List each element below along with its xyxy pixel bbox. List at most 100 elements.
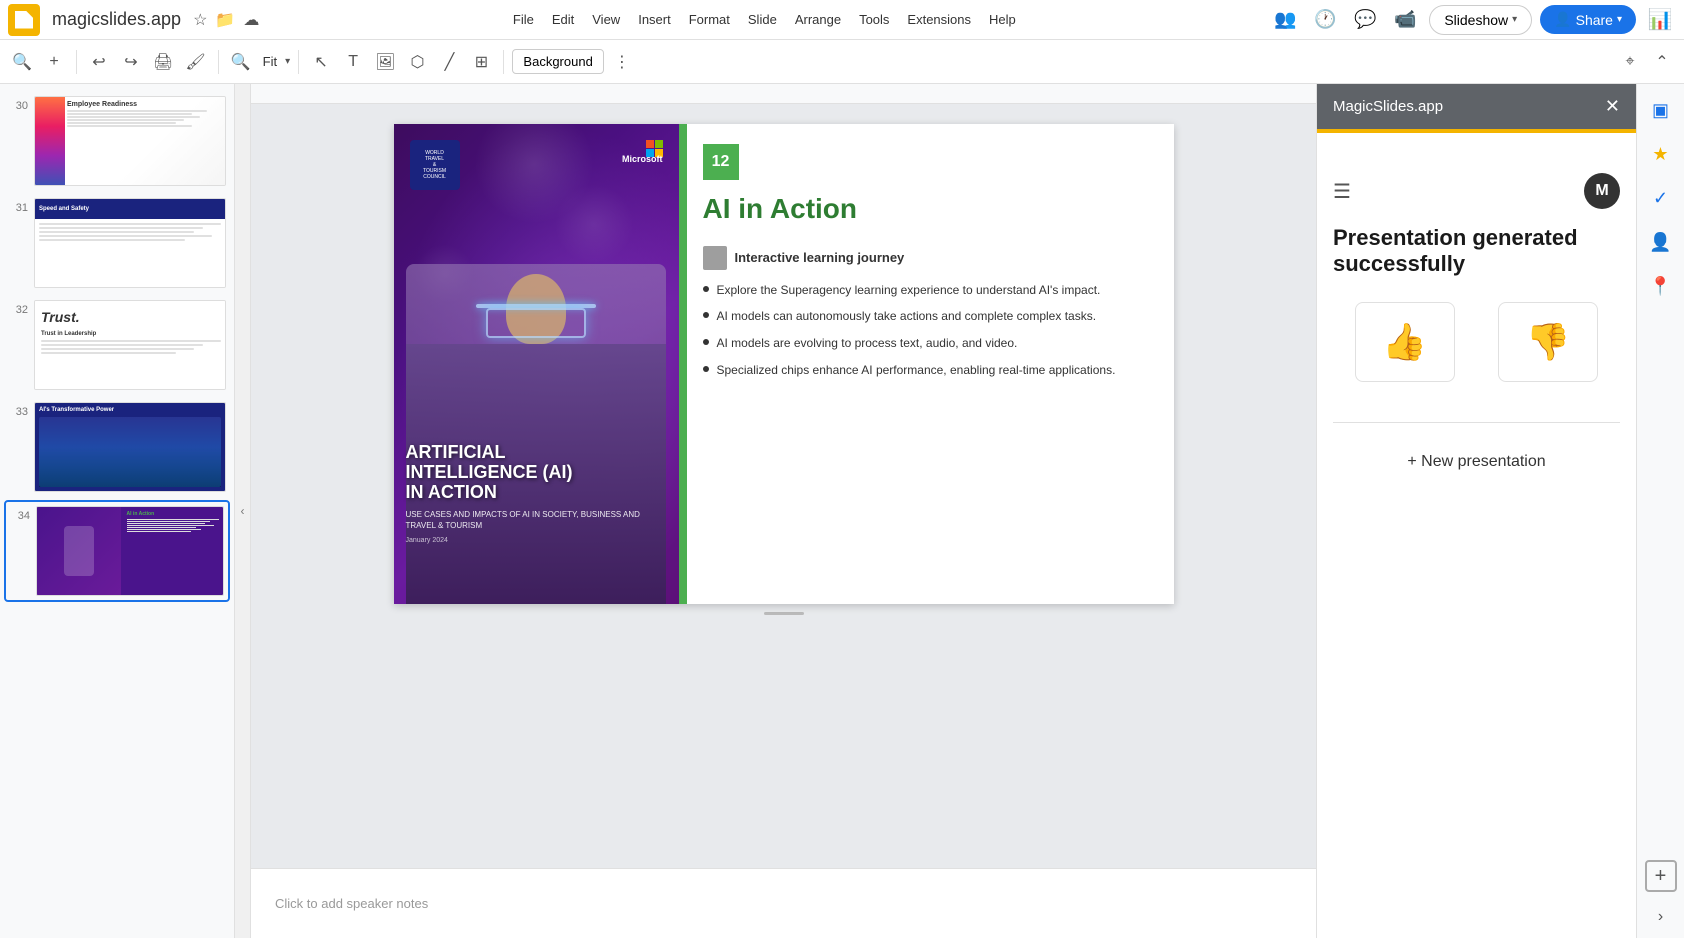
slide-item-31[interactable]: 31 Speed and Safety [4, 194, 230, 292]
shape-btn[interactable]: ⬡ [403, 47, 431, 77]
collaborators-icon[interactable]: 👥 [1269, 4, 1301, 36]
line-btn[interactable]: ╱ [435, 47, 463, 77]
undo-btn[interactable]: ↩ [85, 47, 113, 77]
redo-btn[interactable]: ↪ [117, 47, 145, 77]
add-btn[interactable]: ⊞ [467, 47, 495, 77]
slide-thumb-34: AI in Action [36, 506, 224, 596]
separator-2 [218, 50, 219, 74]
print-btn[interactable]: 🖨 [149, 47, 177, 77]
menu-right: 👥 🕐 💬 📹 Slideshow ▾ 👤 Share ▾ 📊 [1269, 4, 1676, 36]
magic-user-row: ☰ M [1333, 173, 1620, 209]
separator-4 [503, 50, 504, 74]
separator-3 [298, 50, 299, 74]
section-title: Interactive learning journey [735, 250, 905, 265]
magic-panel-header: MagicSlides.app ✕ [1317, 84, 1636, 129]
slide-number-33: 33 [8, 402, 28, 418]
toolbar: 🔍 + ↩ ↪ 🖨 🖌 🔍 Fit ▾ ↖ T 🖼 ⬡ ╱ ⊞ Backgrou… [0, 40, 1684, 84]
thumbs-down-btn[interactable]: 👎 [1498, 302, 1598, 382]
magic-panel-title: MagicSlides.app [1333, 98, 1443, 115]
bullet-item-1: Explore the Superagency learning experie… [703, 282, 1150, 299]
share-person-icon: 👤 [1554, 11, 1571, 28]
comments-icon[interactable]: 💬 [1349, 4, 1381, 36]
menu-insert[interactable]: Insert [630, 8, 679, 31]
text-btn[interactable]: T [339, 47, 367, 77]
slide-thumb-31: Speed and Safety [34, 198, 226, 288]
zoom-dropdown-icon[interactable]: ▾ [285, 56, 290, 67]
thumbs-up-btn[interactable]: 👍 [1355, 302, 1455, 382]
history-icon[interactable]: 🕐 [1309, 4, 1341, 36]
zoom-out-btn[interactable]: 🔍 [8, 47, 36, 77]
collapse-panel-btn[interactable]: ⌃ [1648, 47, 1676, 77]
star-icon[interactable]: ☆ [193, 10, 207, 30]
canvas-area: WORLDTRAVEL&TOURISMCOUNCIL Microsoft [251, 84, 1316, 938]
image-btn[interactable]: 🖼 [371, 47, 399, 77]
slide-canvas[interactable]: WORLDTRAVEL&TOURISMCOUNCIL Microsoft [394, 124, 1174, 604]
slideshow-arrow: ▾ [1512, 14, 1517, 25]
cloud-icon[interactable]: ☁ [243, 10, 259, 30]
bullet-item-2: AI models can autonomously take actions … [703, 308, 1150, 325]
slide-thumb-33: AI's Transformative Power [34, 402, 226, 492]
camera-icon[interactable]: 📹 [1389, 4, 1421, 36]
menu-view[interactable]: View [584, 8, 628, 31]
star-right-icon[interactable]: ★ [1643, 136, 1679, 172]
title-icons: ☆ 📁 ☁ [193, 10, 259, 30]
slideshow-button[interactable]: Slideshow ▾ [1429, 5, 1532, 35]
folder-icon[interactable]: 📁 [215, 10, 235, 30]
cursor-btn[interactable]: ↖ [307, 47, 335, 77]
new-presentation-button[interactable]: + New presentation [1387, 443, 1565, 481]
menu-arrange[interactable]: Arrange [787, 8, 849, 31]
overlay-date: January 2024 [406, 537, 667, 544]
zoom-in-btn[interactable]: + [40, 47, 68, 77]
menu-help[interactable]: Help [981, 8, 1024, 31]
stats-icon[interactable]: 📊 [1644, 4, 1676, 36]
magic-menu-icon[interactable]: ☰ [1333, 179, 1351, 204]
bullet-item-4: Specialized chips enhance AI performance… [703, 362, 1150, 379]
slides-panel: 30 Employee Readiness 3 [0, 84, 235, 938]
map-icon[interactable]: 📍 [1643, 268, 1679, 304]
canvas-scroll[interactable]: WORLDTRAVEL&TOURISMCOUNCIL Microsoft [251, 104, 1316, 868]
far-right-plus-btn[interactable]: + [1645, 860, 1677, 892]
bullet-dot-3 [703, 339, 709, 345]
speaker-notes[interactable]: Click to add speaker notes [251, 868, 1316, 938]
zoom-search-btn[interactable]: 🔍 [227, 47, 255, 77]
app-logo [8, 4, 40, 36]
slide-number-badge: 12 [703, 144, 739, 180]
overlay-title: ARTIFICIAL INTELLIGENCE (AI) IN ACTION [406, 443, 667, 502]
paint-format-btn[interactable]: 🖌 [181, 47, 209, 77]
menu-tools[interactable]: Tools [851, 8, 897, 31]
slides-icon[interactable]: ▣ [1643, 92, 1679, 128]
bullet-dot-4 [703, 366, 709, 372]
check-circle-icon[interactable]: ✓ [1643, 180, 1679, 216]
bullet-list: Explore the Superagency learning experie… [703, 282, 1150, 389]
zoom-select[interactable]: Fit [259, 54, 281, 69]
magic-feedback-row: 👍 👎 [1333, 302, 1620, 382]
ruler [251, 84, 1316, 104]
magic-avatar: M [1584, 173, 1620, 209]
section-icon [703, 246, 727, 270]
person-right-icon[interactable]: 👤 [1643, 224, 1679, 260]
slide-item-34[interactable]: 34 AI in Action [4, 500, 230, 602]
menu-file[interactable]: File [505, 8, 542, 31]
more-options-btn[interactable]: ⋮ [608, 47, 636, 77]
menu-edit[interactable]: Edit [544, 8, 582, 31]
main-area: 30 Employee Readiness 3 [0, 84, 1684, 938]
menu-slide[interactable]: Slide [740, 8, 785, 31]
menu-extensions[interactable]: Extensions [899, 8, 979, 31]
collapse-slides-btn[interactable]: ‹ [235, 84, 251, 938]
slide-item-33[interactable]: 33 AI's Transformative Power [4, 398, 230, 496]
accessibility-btn[interactable]: ⌖ [1616, 47, 1644, 77]
menu-format[interactable]: Format [681, 8, 738, 31]
slide-right-panel: 12 AI in Action Interactive learning jou… [679, 124, 1174, 604]
magic-close-btn[interactable]: ✕ [1605, 96, 1620, 117]
slide-main-title: AI in Action [703, 192, 1150, 226]
bullet-dot-2 [703, 312, 709, 318]
background-button[interactable]: Background [512, 49, 603, 74]
far-right-chevron-btn[interactable]: › [1658, 908, 1663, 926]
speaker-notes-placeholder: Click to add speaker notes [275, 896, 428, 911]
wttc-logo: WORLDTRAVEL&TOURISMCOUNCIL [410, 140, 460, 190]
thumbs-up-icon: 👍 [1382, 321, 1427, 363]
share-button[interactable]: 👤 Share ▾ [1540, 5, 1636, 34]
bullet-text-2: AI models can autonomously take actions … [717, 308, 1097, 325]
slide-item-32[interactable]: 32 Trust. Trust in Leadership [4, 296, 230, 394]
slide-item-30[interactable]: 30 Employee Readiness [4, 92, 230, 190]
